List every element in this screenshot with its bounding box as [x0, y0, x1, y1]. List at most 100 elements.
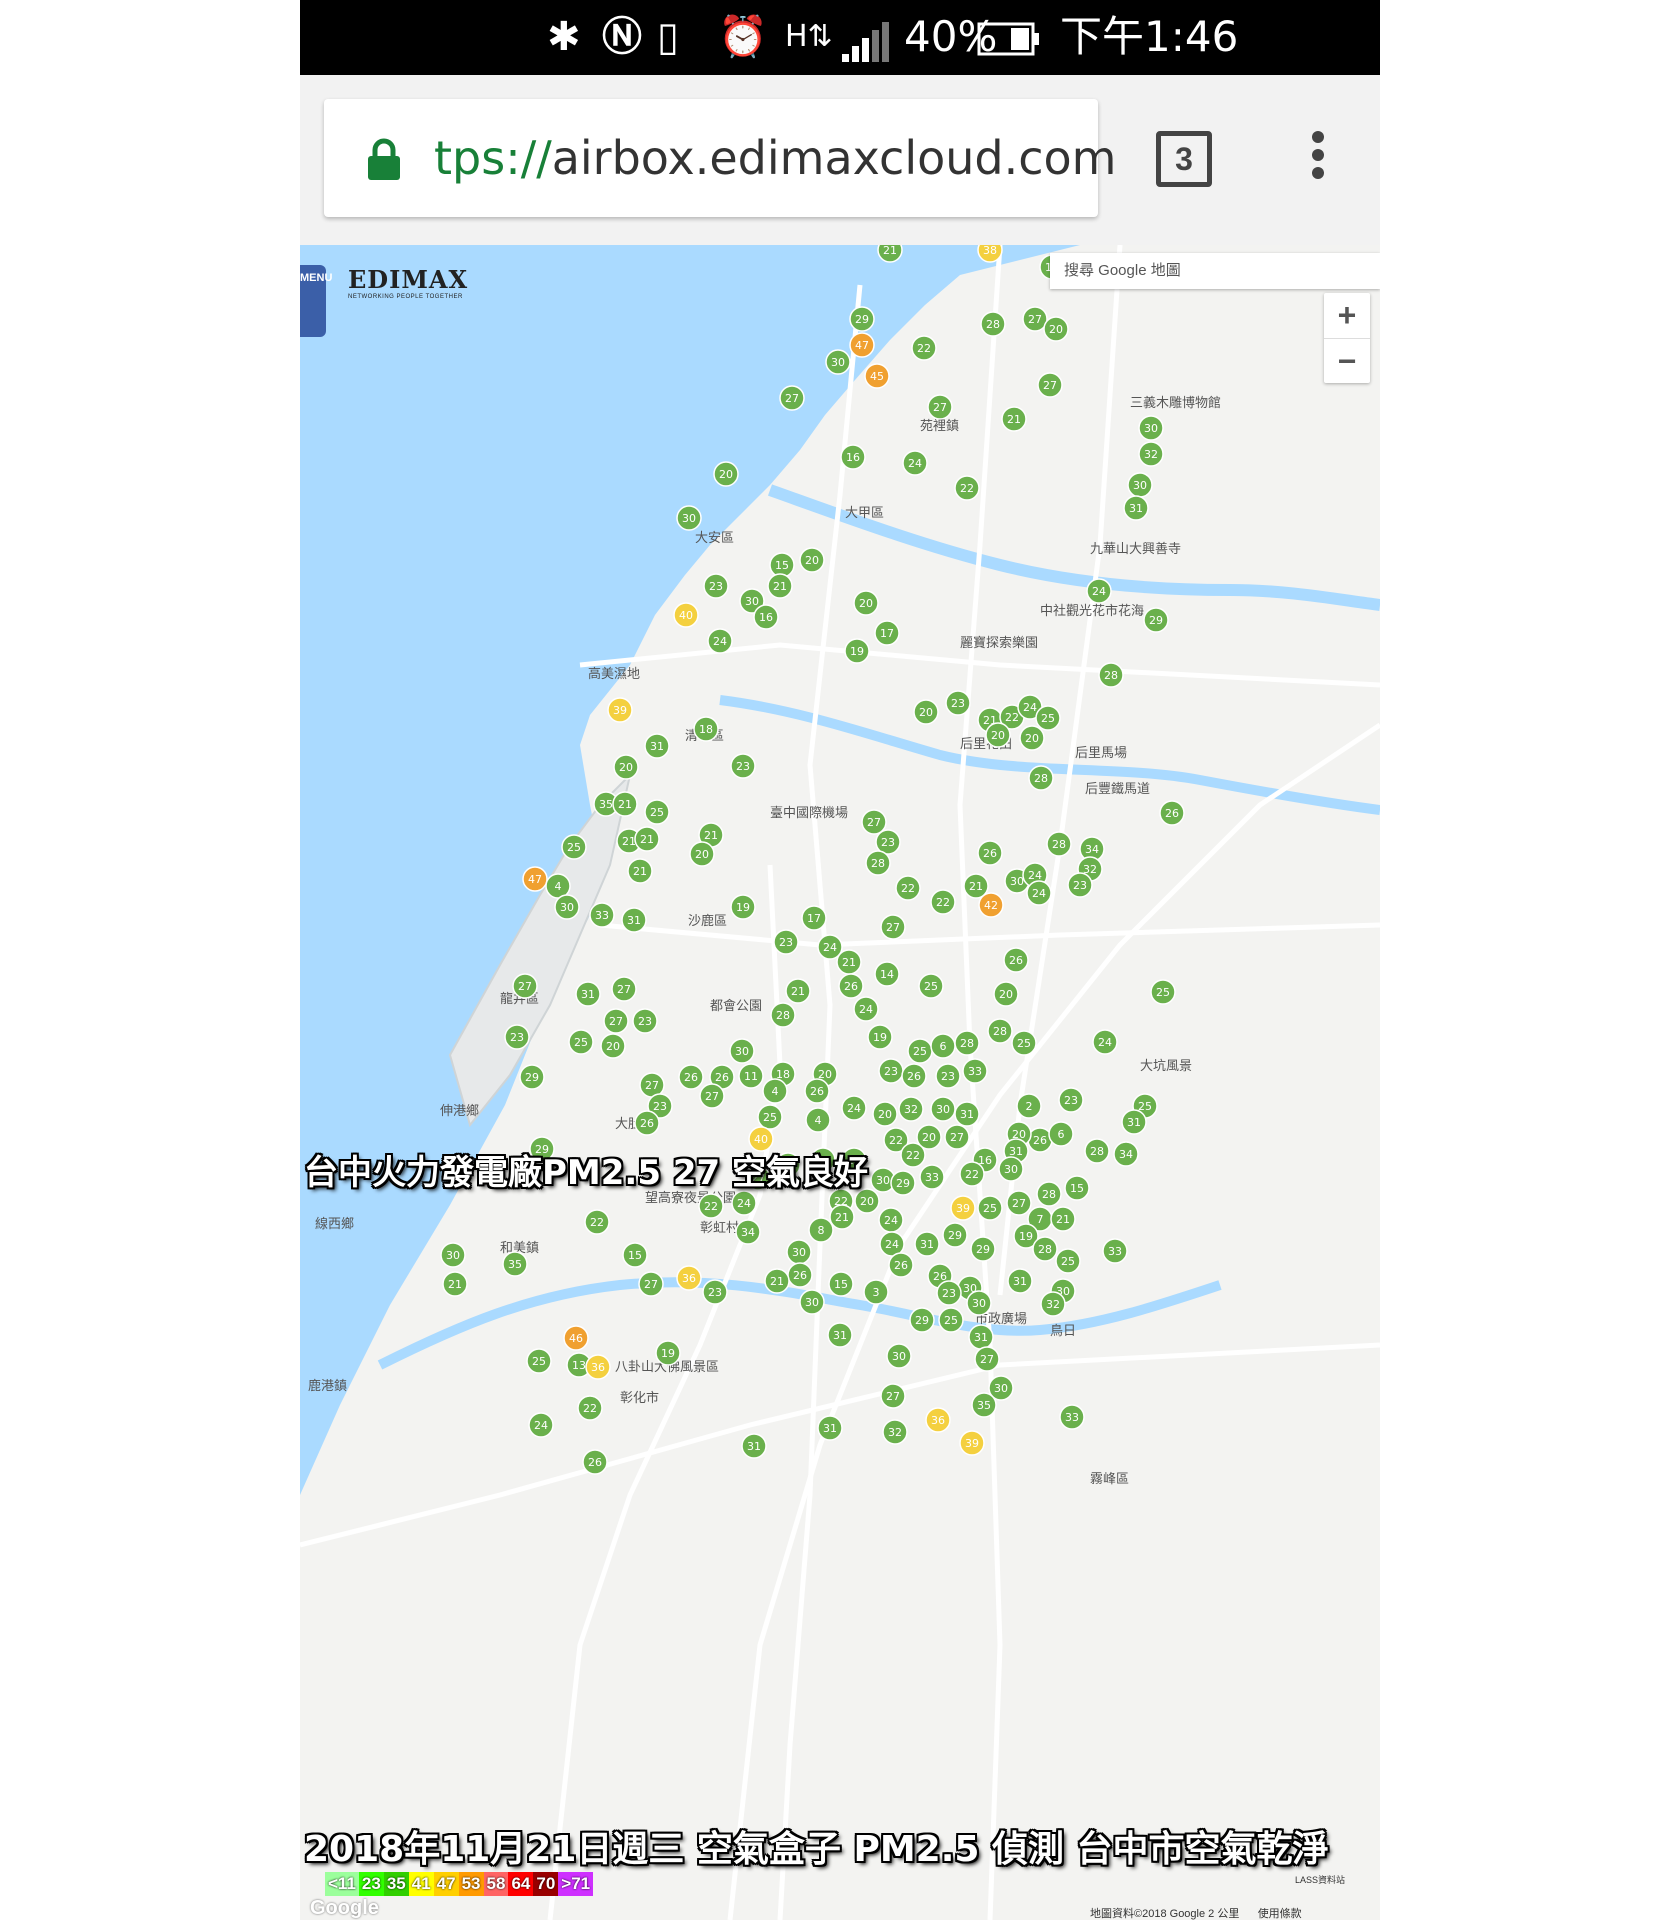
- airbox-marker[interactable]: 33: [1059, 1404, 1085, 1430]
- airbox-marker[interactable]: 21: [1001, 406, 1027, 432]
- airbox-marker[interactable]: 21: [612, 791, 638, 817]
- airbox-marker[interactable]: 33: [1102, 1238, 1128, 1264]
- airbox-marker[interactable]: 24: [528, 1412, 554, 1438]
- airbox-marker[interactable]: 27: [699, 1083, 725, 1109]
- terms-link[interactable]: 使用條款: [1258, 1908, 1302, 1920]
- airbox-marker[interactable]: 19: [655, 1340, 681, 1366]
- airbox-marker[interactable]: 30: [886, 1343, 912, 1369]
- airbox-marker[interactable]: 27: [880, 1383, 906, 1409]
- airbox-marker[interactable]: 31: [1123, 495, 1149, 521]
- address-bar[interactable]: tps://airbox.edimaxcloud.com: [324, 99, 1116, 217]
- zoom-in-button[interactable]: +: [1324, 293, 1370, 339]
- airbox-marker[interactable]: 36: [925, 1407, 951, 1433]
- airbox-marker[interactable]: 25: [938, 1307, 964, 1333]
- airbox-marker[interactable]: 31: [914, 1231, 940, 1257]
- airbox-marker[interactable]: 36: [676, 1265, 702, 1291]
- airbox-marker[interactable]: 21: [836, 949, 862, 975]
- airbox-marker[interactable]: 28: [987, 1018, 1013, 1044]
- airbox-marker[interactable]: 39: [950, 1195, 976, 1221]
- airbox-marker[interactable]: 3: [863, 1279, 889, 1305]
- airbox-marker[interactable]: 27: [927, 394, 953, 420]
- airbox-marker[interactable]: 23: [702, 1279, 728, 1305]
- airbox-marker[interactable]: 24: [731, 1190, 757, 1216]
- airbox-marker[interactable]: 26: [1003, 947, 1029, 973]
- more-menu-icon[interactable]: [1310, 131, 1326, 191]
- airbox-marker[interactable]: 35: [971, 1392, 997, 1418]
- airbox-marker[interactable]: 22: [959, 1161, 985, 1187]
- menu-tab-button[interactable]: MENU: [300, 265, 332, 337]
- airbox-marker[interactable]: 31: [954, 1101, 980, 1127]
- airbox-marker[interactable]: 20: [713, 461, 739, 487]
- airbox-marker[interactable]: 26: [787, 1262, 813, 1288]
- airbox-marker[interactable]: 20: [689, 841, 715, 867]
- airbox-marker[interactable]: 19: [867, 1024, 893, 1050]
- airbox-marker[interactable]: 21: [877, 245, 903, 263]
- airbox-marker[interactable]: 39: [959, 1430, 985, 1456]
- airbox-marker[interactable]: 25: [568, 1029, 594, 1055]
- airbox-marker[interactable]: 28: [1084, 1138, 1110, 1164]
- airbox-marker[interactable]: 15: [622, 1242, 648, 1268]
- airbox-marker[interactable]: 24: [1086, 578, 1112, 604]
- airbox-marker[interactable]: 31: [1007, 1268, 1033, 1294]
- airbox-marker[interactable]: 20: [985, 722, 1011, 748]
- airbox-marker[interactable]: 28: [980, 311, 1006, 337]
- airbox-marker[interactable]: 29: [849, 306, 875, 332]
- airbox-marker[interactable]: 31: [817, 1415, 843, 1441]
- airbox-marker[interactable]: 27: [603, 1008, 629, 1034]
- airbox-marker[interactable]: 35: [502, 1251, 528, 1277]
- airbox-marker[interactable]: 39: [607, 697, 633, 723]
- airbox-marker[interactable]: 24: [902, 450, 928, 476]
- airbox-marker[interactable]: 19: [730, 894, 756, 920]
- airbox-marker[interactable]: 31: [644, 733, 670, 759]
- map-view[interactable]: 苑裡鎮大甲區大安區三義木雕博物館天空步道九華山大興善寺中社觀光花市花海麗寶探索樂…: [300, 245, 1380, 1920]
- airbox-marker[interactable]: 4: [805, 1107, 831, 1133]
- airbox-marker[interactable]: 28: [1046, 831, 1072, 857]
- airbox-marker[interactable]: 25: [977, 1195, 1003, 1221]
- airbox-marker[interactable]: 23: [936, 1280, 962, 1306]
- airbox-marker[interactable]: 30: [930, 1096, 956, 1122]
- airbox-marker[interactable]: 20: [1043, 316, 1069, 342]
- airbox-marker[interactable]: 45: [864, 363, 890, 389]
- airbox-marker[interactable]: 22: [577, 1395, 603, 1421]
- zoom-out-button[interactable]: −: [1324, 339, 1370, 384]
- airbox-marker[interactable]: 30: [966, 1290, 992, 1316]
- airbox-marker[interactable]: 32: [1040, 1291, 1066, 1317]
- airbox-marker[interactable]: 25: [918, 973, 944, 999]
- airbox-marker[interactable]: 33: [919, 1164, 945, 1190]
- airbox-marker[interactable]: 31: [1121, 1109, 1147, 1135]
- airbox-marker[interactable]: 28: [865, 850, 891, 876]
- airbox-marker[interactable]: 11: [738, 1063, 764, 1089]
- airbox-marker[interactable]: 42: [978, 892, 1004, 918]
- airbox-marker[interactable]: 20: [600, 1033, 626, 1059]
- airbox-marker[interactable]: 26: [977, 840, 1003, 866]
- airbox-marker[interactable]: 31: [575, 981, 601, 1007]
- airbox-marker[interactable]: 23: [504, 1024, 530, 1050]
- airbox-marker[interactable]: 30: [729, 1038, 755, 1064]
- airbox-marker[interactable]: 26: [582, 1449, 608, 1475]
- airbox-marker[interactable]: 32: [1138, 441, 1164, 467]
- airbox-marker[interactable]: 26: [1027, 1127, 1053, 1153]
- airbox-marker[interactable]: 21: [785, 978, 811, 1004]
- airbox-marker[interactable]: 21: [829, 1204, 855, 1230]
- airbox-marker[interactable]: 30: [799, 1289, 825, 1315]
- airbox-marker[interactable]: 21: [767, 573, 793, 599]
- airbox-marker[interactable]: 31: [968, 1324, 994, 1350]
- airbox-marker[interactable]: 33: [589, 902, 615, 928]
- airbox-marker[interactable]: 23: [773, 929, 799, 955]
- airbox-marker[interactable]: 27: [779, 385, 805, 411]
- airbox-marker[interactable]: 28: [1032, 1236, 1058, 1262]
- airbox-marker[interactable]: 25: [907, 1038, 933, 1064]
- airbox-marker[interactable]: 32: [898, 1096, 924, 1122]
- airbox-marker[interactable]: 23: [935, 1063, 961, 1089]
- airbox-marker[interactable]: 27: [974, 1346, 1000, 1372]
- airbox-marker[interactable]: 33: [962, 1058, 988, 1084]
- airbox-marker[interactable]: 22: [900, 1142, 926, 1168]
- airbox-marker[interactable]: 22: [584, 1209, 610, 1235]
- airbox-marker[interactable]: 30: [676, 505, 702, 531]
- airbox-marker[interactable]: 4: [762, 1078, 788, 1104]
- airbox-marker[interactable]: 24: [1092, 1029, 1118, 1055]
- airbox-marker[interactable]: 20: [913, 699, 939, 725]
- airbox-marker[interactable]: 26: [634, 1110, 660, 1136]
- airbox-marker[interactable]: 29: [970, 1236, 996, 1262]
- airbox-marker[interactable]: 28: [954, 1030, 980, 1056]
